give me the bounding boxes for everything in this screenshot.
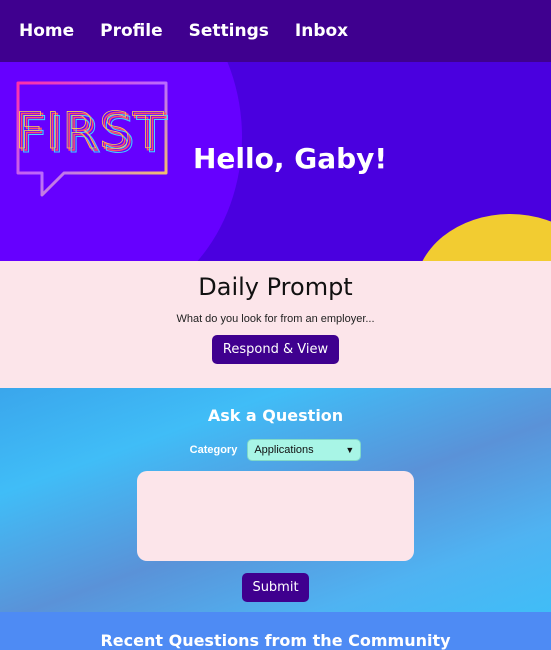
hero-circle-right <box>415 214 551 261</box>
recent-questions-title: Recent Questions from the Community <box>100 631 451 650</box>
category-row: Category Applications ▼ <box>0 439 551 461</box>
recent-questions-section: Recent Questions from the Community <box>0 612 551 650</box>
greeting-heading: Hello, Gaby! <box>193 142 388 175</box>
daily-prompt-question: What do you look for from an employer... <box>176 313 375 325</box>
chevron-down-icon: ▼ <box>345 445 355 455</box>
respond-view-button[interactable]: Respond & View <box>211 335 340 364</box>
nav-profile[interactable]: Profile <box>100 21 162 41</box>
nav-settings[interactable]: Settings <box>189 21 269 41</box>
first-logo: FIRST FIRST FIRST <box>14 81 168 197</box>
nav-home[interactable]: Home <box>19 21 74 41</box>
category-label: Category <box>189 444 238 456</box>
nav-inbox[interactable]: Inbox <box>295 21 348 41</box>
category-select-value: Applications <box>254 444 314 456</box>
ask-question-section: Ask a Question Category Applications ▼ S… <box>0 388 551 612</box>
ask-question-title: Ask a Question <box>207 406 344 425</box>
submit-button[interactable]: Submit <box>242 573 309 602</box>
top-nav: Home Profile Settings Inbox <box>0 0 551 62</box>
svg-text:FIRST: FIRST <box>15 102 166 160</box>
hero-banner: FIRST FIRST FIRST Hello, Gaby! <box>0 62 551 261</box>
question-textarea[interactable] <box>137 471 414 561</box>
category-select[interactable]: Applications ▼ <box>247 439 362 461</box>
daily-prompt-title: Daily Prompt <box>198 273 353 301</box>
daily-prompt-section: Daily Prompt What do you look for from a… <box>0 261 551 388</box>
